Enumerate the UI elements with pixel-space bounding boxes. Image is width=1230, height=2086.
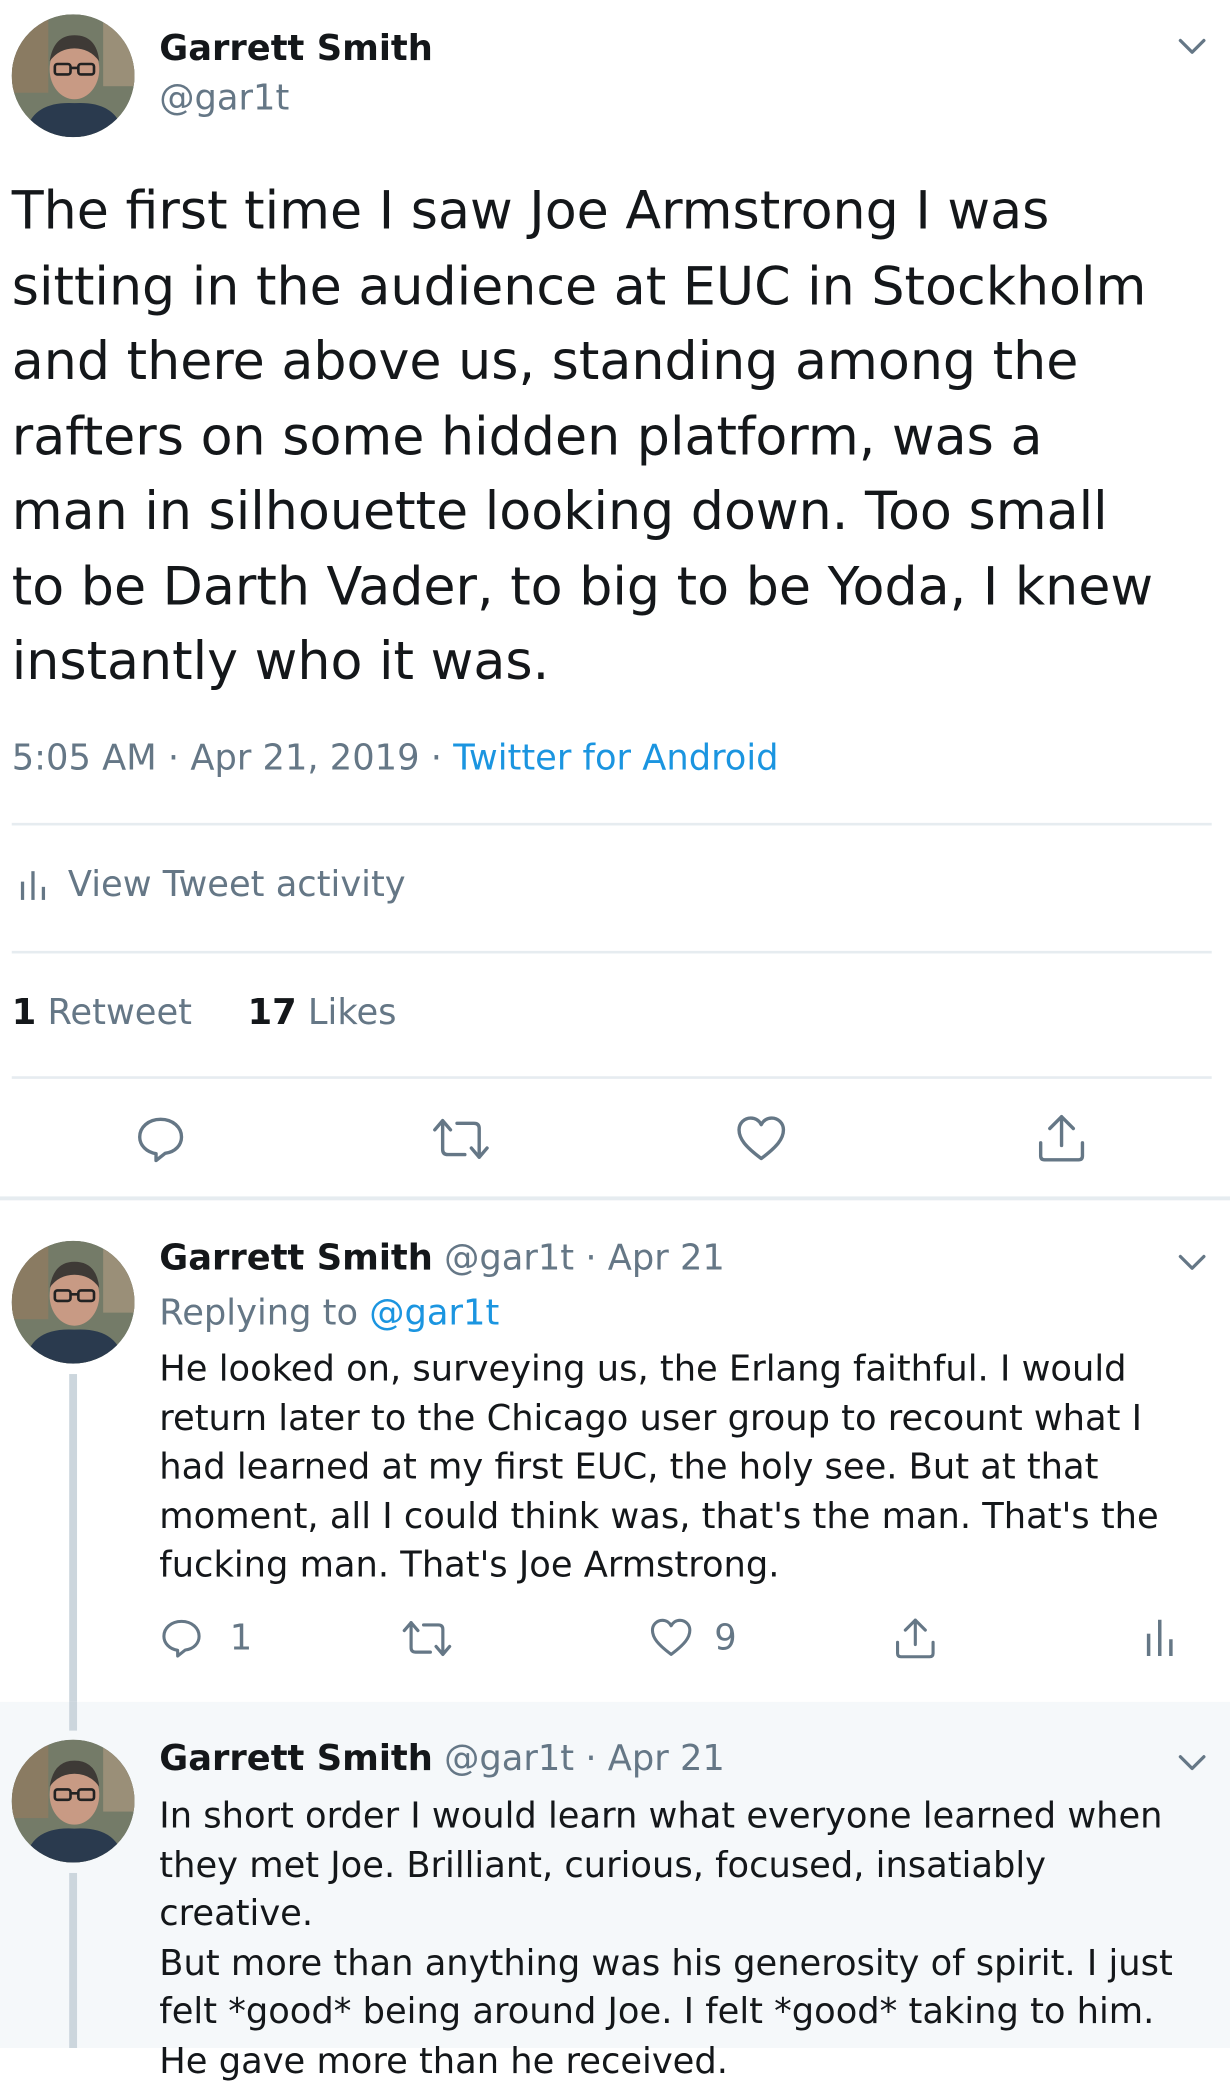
- tweet-source-link[interactable]: Twitter for Android: [453, 738, 778, 778]
- author-handle[interactable]: @gar1t: [159, 78, 289, 118]
- tweet-text-line: instantly who it was.: [11, 632, 550, 693]
- tweet-date[interactable]: Apr 21, 2019: [190, 738, 419, 778]
- reply-header: Garrett Smith @gar1t · Apr 21: [159, 1738, 725, 1778]
- reply-text: In short order I would learn what everyo…: [159, 1792, 1204, 2086]
- retweets-label: Retweet: [47, 992, 192, 1034]
- tweet-text-line: rafters on some hidden platform, was a: [11, 406, 1043, 467]
- likes-stat[interactable]: 17 Likes: [248, 993, 397, 1033]
- divider: [11, 950, 1212, 954]
- reply-date[interactable]: Apr 21: [608, 1238, 725, 1278]
- replying-to-prefix: Replying to: [159, 1293, 359, 1334]
- retweets-stat[interactable]: 1 Retweet: [12, 993, 192, 1033]
- tweet-text-line: to be Darth Vader, to big to be Yoda, I …: [11, 557, 1154, 618]
- reply-text-line: they met Joe. Brilliant, curious, focuse…: [159, 1844, 1047, 1935]
- divider: [11, 1076, 1212, 1079]
- meta-separator: ·: [430, 737, 442, 779]
- meta-separator: ·: [585, 1738, 597, 1779]
- share-icon[interactable]: [1035, 1112, 1087, 1164]
- tweet-meta: 5:05 AM · Apr 21, 2019 · Twitter for And…: [12, 738, 779, 778]
- reply-text-line: He looked on, surveying us, the Erlang f…: [159, 1349, 1127, 1390]
- chevron-down-icon[interactable]: [1175, 1745, 1209, 1779]
- reply-icon[interactable]: [136, 1114, 186, 1164]
- analytics-icon: [18, 868, 49, 902]
- tweet-text-line: sitting in the audience at EUC in Stockh…: [11, 256, 1147, 317]
- tweet-text-line: man in silhouette looking down. Too smal…: [11, 481, 1108, 543]
- author-avatar[interactable]: [11, 14, 135, 138]
- reply-text: He looked on, surveying us, the Erlang f…: [159, 1345, 1204, 1590]
- thread-line: [69, 1374, 78, 1727]
- share-icon[interactable]: [893, 1616, 937, 1660]
- tweet-text-line: and there above us, standing among the: [11, 331, 1079, 392]
- reply-text-line: moment, all I could think was, that's th…: [159, 1496, 1159, 1537]
- reply-count: 1: [229, 1617, 253, 1659]
- meta-separator: ·: [585, 1238, 597, 1279]
- retweets-count: 1: [11, 992, 37, 1034]
- view-tweet-activity-label: View Tweet activity: [67, 864, 406, 906]
- like-icon: [649, 1617, 693, 1659]
- thread-line: [69, 1701, 78, 1731]
- reply-author-name[interactable]: Garrett Smith: [159, 1738, 433, 1778]
- replying-to: Replying to @gar1t: [159, 1293, 499, 1333]
- reply-avatar[interactable]: [11, 1240, 135, 1364]
- tweet-text-line: The first time I saw Joe Armstrong I was: [11, 181, 1050, 242]
- like-action[interactable]: 9: [649, 1617, 737, 1659]
- likes-label: Likes: [307, 992, 397, 1034]
- reply-text-line: felt *good* being around Joe. I felt *go…: [159, 1991, 1155, 2033]
- chevron-down-icon[interactable]: [1175, 1245, 1209, 1279]
- like-icon[interactable]: [735, 1114, 787, 1164]
- chevron-down-icon[interactable]: [1175, 29, 1209, 63]
- reply-text-line: But more than anything was his generosit…: [159, 1942, 1173, 1984]
- author-name[interactable]: Garrett Smith: [159, 29, 433, 69]
- analytics-icon[interactable]: [1144, 1617, 1178, 1659]
- reply-text-line: had learned at my first EUC, the holy se…: [159, 1447, 1099, 1488]
- meta-separator: ·: [167, 737, 180, 779]
- reply-header: Garrett Smith @gar1t · Apr 21: [159, 1238, 725, 1278]
- tweet-stats: 1 Retweet 17 Likes: [12, 993, 397, 1033]
- reply-text-line: return later to the Chicago user group t…: [159, 1398, 1143, 1439]
- tweet-time[interactable]: 5:05 AM: [12, 738, 157, 778]
- retweet-icon[interactable]: [401, 1617, 453, 1660]
- replying-to-handle[interactable]: @gar1t: [369, 1293, 499, 1333]
- reply-action[interactable]: 1: [159, 1617, 252, 1659]
- reply-author-name[interactable]: Garrett Smith: [159, 1238, 433, 1278]
- view-tweet-activity[interactable]: View Tweet activity: [18, 864, 406, 906]
- retweet-icon[interactable]: [431, 1114, 491, 1164]
- divider: [11, 822, 1212, 826]
- reply-text-line: He gave more than he received.: [159, 2040, 728, 2082]
- reply-avatar[interactable]: [11, 1739, 135, 1863]
- reply-date[interactable]: Apr 21: [608, 1738, 725, 1778]
- section-divider: [0, 1196, 1230, 1201]
- thread-line: [69, 1872, 78, 2048]
- tweet-text: The first time I saw Joe Armstrong I was…: [12, 175, 1213, 701]
- reply-text-line: fucking man. That's Joe Armstrong.: [159, 1545, 780, 1586]
- reply-author-handle[interactable]: @gar1t: [444, 1238, 574, 1278]
- reply-icon: [159, 1617, 203, 1659]
- reply-text-line: In short order I would learn what everyo…: [159, 1795, 1163, 1837]
- like-count: 9: [714, 1617, 737, 1659]
- reply-author-handle[interactable]: @gar1t: [444, 1738, 574, 1778]
- likes-count: 17: [247, 992, 297, 1034]
